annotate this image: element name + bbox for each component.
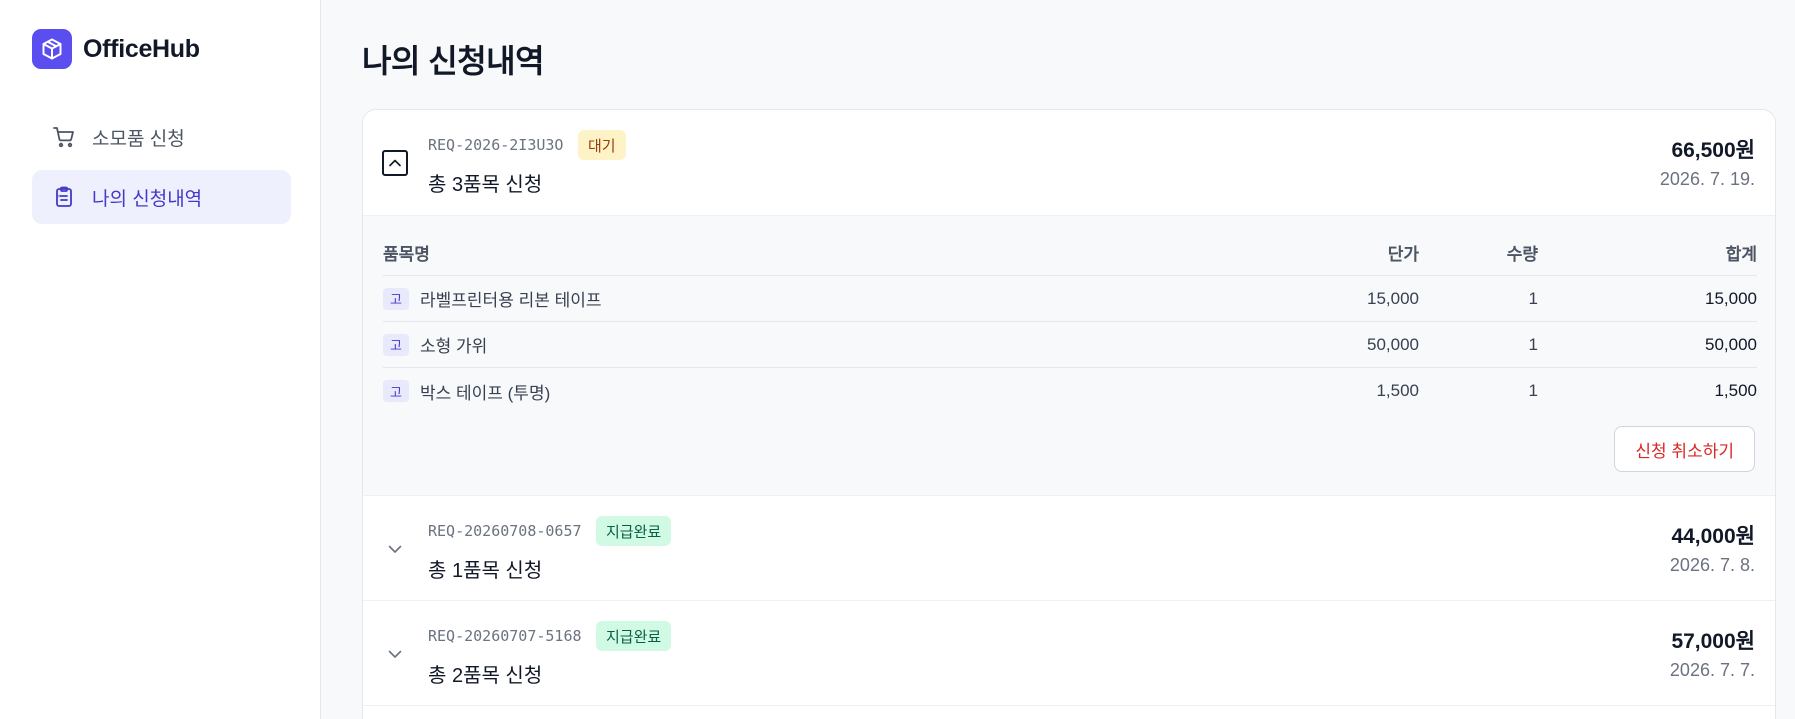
- item-qty: 1: [1528, 288, 1538, 308]
- item-name: 소형 가위: [420, 337, 488, 356]
- request-header[interactable]: REQ-20260708-0657 지급완료 총 1품목 신청 44,000원 …: [363, 496, 1775, 601]
- item-price: 50,000: [1367, 334, 1419, 354]
- request-amount: 57,000원: [1671, 630, 1755, 653]
- chevron-up-icon[interactable]: [382, 150, 408, 176]
- column-header-qty: 수량: [1506, 245, 1538, 264]
- sidebar-item-label: 나의 신청내역: [92, 188, 203, 210]
- request-list: REQ-2026-2I3U3O 대기 총 3품목 신청 66,500원 2026…: [362, 109, 1776, 719]
- table-row: 고 소형 가위 50,000 1 50,000: [383, 322, 1757, 368]
- request-amount: 44,000원: [1671, 525, 1755, 548]
- table-row: 고 라벨프린터용 리본 테이프 15,000 1 15,000: [383, 276, 1757, 322]
- request-code: REQ-2026-2I3U3O: [428, 136, 564, 154]
- item-name-cell: 고 소형 가위: [383, 332, 487, 357]
- request-date: 2026. 7. 19.: [1659, 169, 1755, 189]
- request-header[interactable]: REQ-20260707-5168 지급완료 총 2품목 신청 57,000원 …: [363, 601, 1775, 706]
- cancel-request-button[interactable]: 신청 취소하기: [1614, 426, 1755, 472]
- item-name-cell: 고 라벨프린터용 리본 테이프: [383, 286, 602, 311]
- main-content: 나의 신청내역 REQ-2026-2I3U3O 대기 총 3품목 신청 66,5…: [321, 0, 1795, 719]
- request-code: REQ-20260708-0657: [428, 522, 582, 540]
- request-date: 2026. 7. 7.: [1669, 660, 1755, 680]
- item-name: 라벨프린터용 리본 테이프: [420, 291, 602, 310]
- sidebar: OfficeHub 소모품 신청 나의 신청내역: [0, 0, 321, 719]
- request-code: REQ-20260707-5168: [428, 627, 582, 645]
- request-summary: 총 3품목 신청: [428, 174, 543, 196]
- request-summary: 총 1품목 신청: [428, 560, 543, 582]
- table-header-row: 품목명 단가 수량 합계: [383, 230, 1757, 276]
- item-price: 1,500: [1376, 381, 1419, 400]
- item-total: 1,500: [1714, 381, 1757, 400]
- column-header-price: 단가: [1387, 245, 1419, 264]
- sidebar-item-label: 소모품 신청: [92, 128, 185, 150]
- column-header-name: 품목명: [383, 245, 430, 264]
- item-price: 15,000: [1367, 288, 1419, 308]
- sidebar-item-my-requests[interactable]: 나의 신청내역: [32, 170, 291, 224]
- sidebar-item-supply-request[interactable]: 소모품 신청: [32, 110, 291, 164]
- items-table: 품목명 단가 수량 합계 고 라벨프린터용 리본 테이프 15,000 1 15…: [383, 230, 1757, 414]
- brand[interactable]: OfficeHub: [32, 29, 200, 69]
- status-badge: 지급완료: [596, 621, 672, 651]
- item-tag: 고: [383, 333, 409, 356]
- status-badge: 대기: [578, 130, 626, 160]
- status-badge: 지급완료: [596, 516, 672, 546]
- page-title: 나의 신청내역: [362, 43, 545, 79]
- item-total: 50,000: [1705, 334, 1757, 354]
- request-summary: 총 2품목 신청: [428, 665, 543, 687]
- item-qty: 1: [1528, 381, 1538, 400]
- cart-icon: [52, 125, 76, 149]
- request-header[interactable]: REQ-2026-2I3U3O 대기 총 3품목 신청 66,500원 2026…: [363, 110, 1775, 216]
- item-total: 15,000: [1705, 288, 1757, 308]
- item-name: 박스 테이프 (투명): [420, 383, 551, 403]
- table-row: 고 박스 테이프 (투명) 1,500 1 1,500: [383, 368, 1757, 414]
- chevron-down-icon[interactable]: [382, 536, 408, 562]
- item-qty: 1: [1528, 334, 1538, 354]
- item-tag: 고: [383, 380, 409, 402]
- request-detail: 품목명 단가 수량 합계 고 라벨프린터용 리본 테이프 15,000 1 15…: [363, 216, 1775, 496]
- item-tag: 고: [383, 287, 409, 310]
- sidebar-nav: 소모품 신청 나의 신청내역: [32, 110, 291, 230]
- request-date: 2026. 7. 8.: [1669, 555, 1755, 575]
- item-name-cell: 고 박스 테이프 (투명): [383, 379, 550, 404]
- request-amount: 66,500원: [1671, 139, 1755, 162]
- column-header-total: 합계: [1725, 245, 1757, 264]
- brand-name: OfficeHub: [83, 34, 200, 63]
- clipboard-icon: [52, 185, 76, 209]
- chevron-down-icon[interactable]: [382, 641, 408, 667]
- box-icon: [32, 29, 72, 69]
